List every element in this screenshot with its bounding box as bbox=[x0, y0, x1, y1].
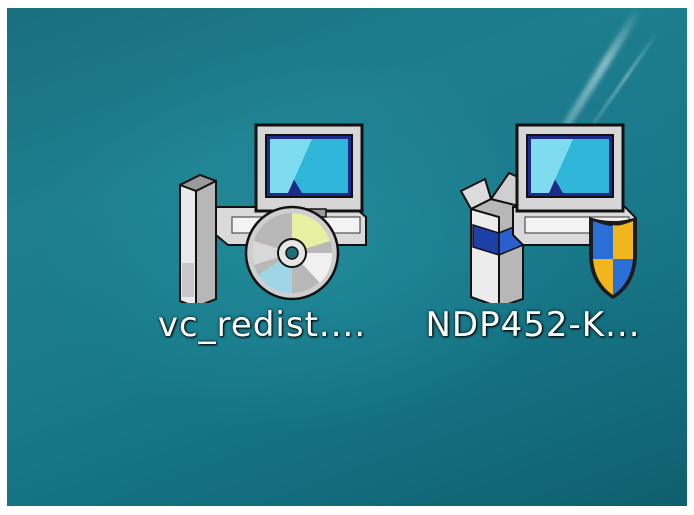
installer-cd-icon bbox=[179, 123, 367, 303]
desktop[interactable]: vc_redist.... NDP452-K... bbox=[7, 8, 687, 506]
screenshot-frame: vc_redist.... NDP452-K... bbox=[0, 0, 694, 515]
icon-label: vc_redist.... bbox=[157, 305, 367, 345]
installer-shield-icon bbox=[459, 123, 637, 303]
desktop-icon-ndp452[interactable]: NDP452-K... bbox=[413, 113, 653, 373]
icon-label: NDP452-K... bbox=[425, 305, 641, 345]
desktop-icon-vc-redist[interactable]: vc_redist.... bbox=[142, 113, 382, 373]
